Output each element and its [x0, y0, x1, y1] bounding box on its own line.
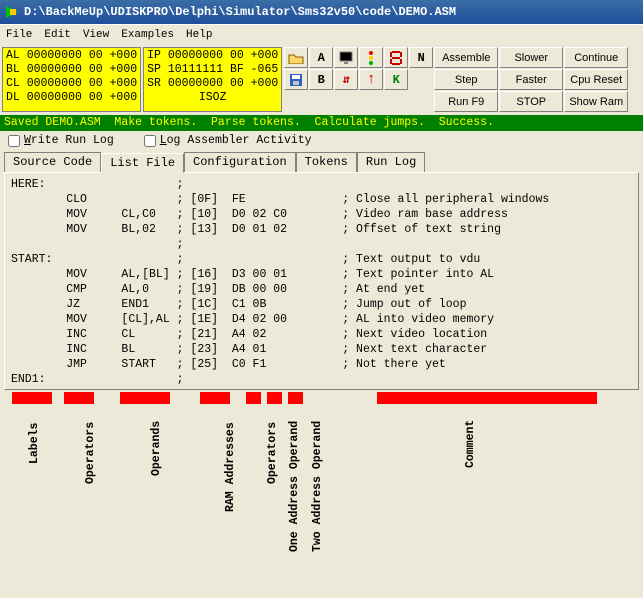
- button-k[interactable]: K: [384, 69, 408, 90]
- ann-comment: Comment: [464, 420, 477, 468]
- reg-al: AL 00000000 00 +000: [6, 49, 137, 63]
- tab-source-code[interactable]: Source Code: [4, 152, 101, 172]
- show-ram-button[interactable]: Show Ram: [564, 91, 628, 112]
- assemble-button[interactable]: Assemble: [434, 47, 498, 68]
- marker-operators: [64, 392, 94, 404]
- continue-button[interactable]: Continue: [564, 47, 628, 68]
- code-line: JMP START ; [25] C0 F1 ; Not there yet: [11, 357, 632, 372]
- code-line: INC CL ; [21] A4 02 ; Next video locatio…: [11, 327, 632, 342]
- tab-configuration[interactable]: Configuration: [184, 152, 296, 172]
- save-button[interactable]: [284, 69, 308, 90]
- annotation-labels: Labels Operators Operands RAM Addresses …: [0, 404, 643, 570]
- menu-file[interactable]: File: [6, 29, 32, 41]
- monitor-icon: [338, 51, 354, 65]
- code-line: MOV AL,[BL] ; [16] D3 00 01 ; Text point…: [11, 267, 632, 282]
- open-button[interactable]: [284, 47, 308, 68]
- reg-sp: SP 10111111 BF -065: [147, 63, 278, 77]
- log-assembler-checkbox[interactable]: Log Assembler Activity: [144, 134, 312, 147]
- reg-cl: CL 00000000 00 +000: [6, 77, 137, 91]
- tab-run-log[interactable]: Run Log: [357, 152, 425, 172]
- seven-seg-icon: [390, 50, 402, 66]
- folder-icon: [288, 52, 304, 64]
- window-title-bar: D:\BackMeUp\UDISKPRO\Delphi\Simulator\Sm…: [0, 0, 643, 24]
- marker-comment: [377, 392, 597, 404]
- cpu-reset-button[interactable]: Cpu Reset: [564, 69, 628, 90]
- io-button[interactable]: ⇵: [334, 69, 358, 90]
- code-line: END1: ;: [11, 372, 632, 387]
- code-line: INC BL ; [23] A4 01 ; Next text characte…: [11, 342, 632, 357]
- reg-sr: SR 00000000 00 +000: [147, 77, 278, 91]
- button-n[interactable]: N: [409, 47, 433, 68]
- faster-button[interactable]: Faster: [499, 69, 563, 90]
- app-icon: [4, 4, 20, 20]
- menu-bar: File Edit View Examples Help: [0, 24, 643, 44]
- reg-flags: ISOZ: [147, 91, 278, 105]
- menu-edit[interactable]: Edit: [44, 29, 70, 41]
- marker-oneaddr: [267, 392, 282, 404]
- run-button[interactable]: Run F9: [434, 91, 498, 112]
- marker-operands: [120, 392, 170, 404]
- code-line: CLO ; [0F] FE ; Close all peripheral win…: [11, 192, 632, 207]
- code-line: MOV BL,02 ; [13] D0 01 02 ; Offset of te…: [11, 222, 632, 237]
- ann-operands: Operands: [150, 421, 163, 476]
- code-line: MOV [CL],AL ; [1E] D4 02 00 ; AL into vi…: [11, 312, 632, 327]
- checkbox-input[interactable]: [144, 135, 156, 147]
- code-line: JZ END1 ; [1C] C1 0B ; Jump out of loop: [11, 297, 632, 312]
- ann-operators: Operators: [84, 422, 97, 484]
- tab-tokens[interactable]: Tokens: [296, 152, 357, 172]
- slower-button[interactable]: Slower: [499, 47, 563, 68]
- code-line: HERE: ;: [11, 177, 632, 192]
- marker-operators2: [246, 392, 261, 404]
- ann-twoaddr: Two Address Operand: [311, 421, 324, 552]
- code-listing[interactable]: HERE: ; CLO ; [0F] FE ; Close all periph…: [4, 172, 639, 390]
- code-line: CMP AL,0 ; [19] DB 00 00 ; At end yet: [11, 282, 632, 297]
- status-bar: Saved DEMO.ASM Make tokens. Parse tokens…: [0, 115, 643, 131]
- floppy-icon: [289, 73, 303, 87]
- title-text: D:\BackMeUp\UDISKPRO\Delphi\Simulator\Sm…: [24, 5, 456, 19]
- ann-ram: RAM Addresses: [224, 422, 237, 512]
- monitor-button[interactable]: [334, 47, 358, 68]
- reg-ip: IP 00000000 00 +000: [147, 49, 278, 63]
- toolbar-buttons: A B ⇵ ↑: [284, 47, 628, 112]
- tab-list-file[interactable]: List File: [101, 153, 184, 173]
- menu-help[interactable]: Help: [186, 29, 212, 41]
- marker-ram: [200, 392, 230, 404]
- button-a[interactable]: A: [309, 47, 333, 68]
- registers-panel-right: IP 00000000 00 +000 SP 10111111 BF -065 …: [143, 47, 282, 112]
- menu-view[interactable]: View: [83, 29, 109, 41]
- arrow-up-icon: ↑: [367, 71, 376, 88]
- code-line: START: ; ; Text output to vdu: [11, 252, 632, 267]
- display-button[interactable]: [384, 47, 408, 68]
- column-markers: [0, 390, 643, 404]
- reg-bl: BL 00000000 00 +000: [6, 63, 137, 77]
- up-button[interactable]: ↑: [359, 69, 383, 90]
- write-run-log-checkbox[interactable]: Write Run Log: [8, 134, 114, 147]
- step-button[interactable]: Step: [434, 69, 498, 90]
- button-b[interactable]: B: [309, 69, 333, 90]
- stop-button[interactable]: STOP: [499, 91, 563, 112]
- tab-bar: Source Code List File Configuration Toke…: [0, 150, 643, 172]
- traffic-light-icon: [369, 51, 373, 65]
- ann-oneaddr: One Address Operand: [288, 421, 301, 552]
- marker-labels: [12, 392, 52, 404]
- ann-labels: Labels: [28, 423, 41, 464]
- traffic-button[interactable]: [359, 47, 383, 68]
- menu-examples[interactable]: Examples: [121, 29, 174, 41]
- code-line: MOV CL,C0 ; [10] D0 02 C0 ; Video ram ba…: [11, 207, 632, 222]
- code-line: ;: [11, 237, 632, 252]
- options-row: Write Run Log Log Assembler Activity: [0, 131, 643, 150]
- arrows-icon: ⇵: [343, 72, 350, 87]
- reg-dl: DL 00000000 00 +000: [6, 91, 137, 105]
- marker-twoaddr: [288, 392, 303, 404]
- ann-operators2: Operators: [266, 422, 279, 484]
- checkbox-input[interactable]: [8, 135, 20, 147]
- registers-panel-left: AL 00000000 00 +000 BL 00000000 00 +000 …: [2, 47, 141, 112]
- main-toolbar: AL 00000000 00 +000 BL 00000000 00 +000 …: [0, 44, 643, 115]
